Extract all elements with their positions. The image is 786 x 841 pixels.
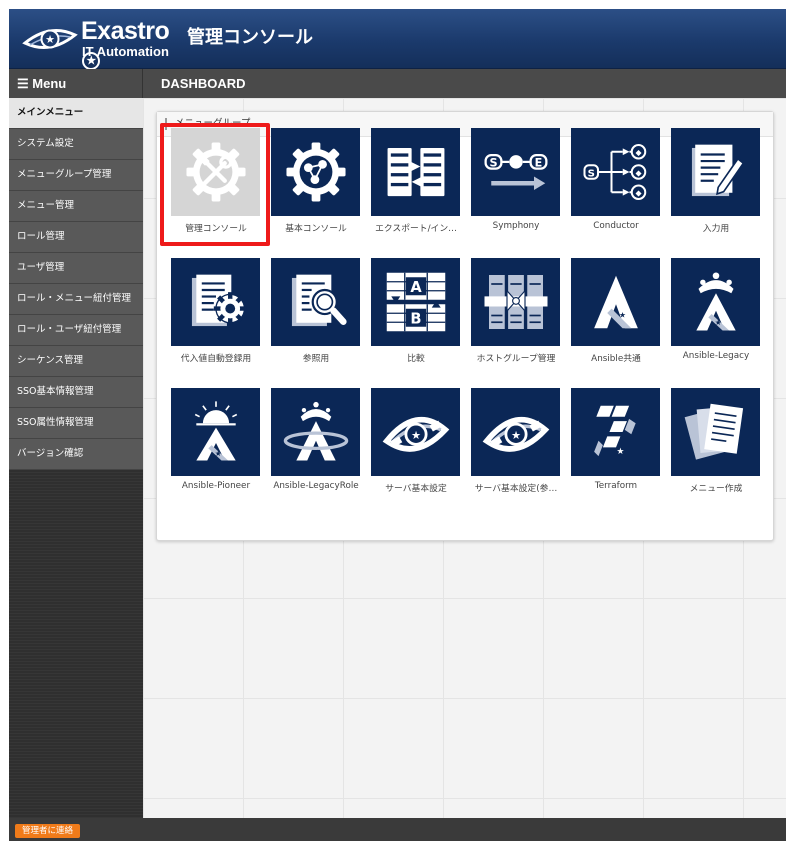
svg-text:S: S xyxy=(489,156,497,169)
tile-input[interactable]: 入力用 xyxy=(666,125,766,249)
tile-label: Symphony xyxy=(492,221,540,231)
ansible-crown-ring-icon: ★ xyxy=(271,388,360,476)
tile-terraform[interactable]: ★ Terraform xyxy=(566,385,666,509)
svg-text:★: ★ xyxy=(510,429,520,442)
svg-text:★: ★ xyxy=(616,447,624,457)
tile-label: ホストグループ管理 xyxy=(476,354,556,364)
tile-label: Terraform xyxy=(594,481,638,491)
sidebar-item-menu-group-management[interactable]: メニューグループ管理 xyxy=(9,160,143,191)
tile-server-basic-settings-ref[interactable]: ★ サーバ基本設定(参… xyxy=(466,385,566,509)
document-pencil-icon xyxy=(671,128,760,216)
tile-label: 入力用 xyxy=(702,224,730,234)
tile-host-group-management[interactable]: ホストグループ管理 xyxy=(466,255,566,379)
contact-admin-button[interactable]: 管理者に連絡 xyxy=(15,824,81,838)
tile-basic-console[interactable]: 基本コンソール xyxy=(266,125,366,249)
tile-value-auto-registration[interactable]: 代入値自動登録用 xyxy=(166,255,266,379)
tile-compare[interactable]: A B 比較 xyxy=(366,255,466,379)
tile-ansible-legacy[interactable]: ★ Ansible-Legacy xyxy=(666,255,766,379)
tile-label: Ansible-LegacyRole xyxy=(273,481,359,491)
tile-label: Ansible-Pioneer xyxy=(181,481,251,491)
dashboard-area: メニューグループ 管理コンソール 基本コンソール エクスポート/イン… S E … xyxy=(143,98,786,818)
svg-text:★: ★ xyxy=(619,310,626,319)
host-group-icon xyxy=(471,258,560,346)
logo-subtitle: IT Automation xyxy=(82,44,169,59)
gear-network-icon xyxy=(271,128,360,216)
tile-reference[interactable]: 参照用 xyxy=(266,255,366,379)
compare-icon: A B xyxy=(371,258,460,346)
tile-ansible-legacy-role[interactable]: ★ Ansible-LegacyRole xyxy=(266,385,366,509)
document-search-icon xyxy=(271,258,360,346)
tile-label: サーバ基本設定(参… xyxy=(474,484,558,494)
terraform-icon: ★ xyxy=(571,388,660,476)
tile-admin-console[interactable]: 管理コンソール xyxy=(166,125,266,249)
eye-logo-icon: ★ xyxy=(22,29,78,49)
sidebar: メインメニュー システム設定 メニューグループ管理 メニュー管理 ロール管理 ユ… xyxy=(9,98,143,818)
exastro-logo[interactable]: ★ Exastro★ IT Automation xyxy=(19,17,171,70)
tile-export-import[interactable]: エクスポート/イン… xyxy=(366,125,466,249)
svg-text:S: S xyxy=(587,169,594,180)
tile-symphony[interactable]: S E Symphony xyxy=(466,125,566,249)
menu-group-panel: メニューグループ 管理コンソール 基本コンソール エクスポート/イン… S E … xyxy=(156,111,774,541)
sidebar-item-version-check[interactable]: バージョン確認 xyxy=(9,439,143,470)
tile-menu-create[interactable]: メニュー作成 xyxy=(666,385,766,509)
svg-text:◆: ◆ xyxy=(635,189,642,198)
tile-label: Conductor xyxy=(593,221,639,231)
symphony-icon: S E xyxy=(471,128,560,216)
sidebar-item-menu-management[interactable]: メニュー管理 xyxy=(9,191,143,222)
footer-bar: 管理者に連絡 xyxy=(9,818,786,841)
tile-ansible-pioneer[interactable]: ★ Ansible-Pioneer xyxy=(166,385,266,509)
menu-create-icon xyxy=(671,388,760,476)
tile-label: 代入値自動登録用 xyxy=(180,354,252,364)
svg-text:◆: ◆ xyxy=(635,148,642,157)
sidebar-item-role-menu-link[interactable]: ロール・メニュー紐付管理 xyxy=(9,284,143,315)
tile-label: メニュー作成 xyxy=(689,484,743,494)
server-eye-icon: ★ xyxy=(371,388,460,476)
ansible-icon: ★ xyxy=(571,258,660,346)
svg-text:★: ★ xyxy=(410,429,420,442)
sidebar-item-user-management[interactable]: ユーザ管理 xyxy=(9,253,143,284)
conductor-icon: S ◆ ◆ ◆ xyxy=(571,128,660,216)
tile-label: Ansible共通 xyxy=(591,354,641,364)
tile-label: 参照用 xyxy=(302,354,330,364)
svg-text:◆: ◆ xyxy=(635,168,642,177)
tile-label: 比較 xyxy=(407,354,425,364)
svg-text:E: E xyxy=(534,156,542,169)
svg-text:★: ★ xyxy=(714,318,721,327)
sidebar-item-sequence-management[interactable]: シーケンス管理 xyxy=(9,346,143,377)
app-title: 管理コンソール xyxy=(187,27,313,48)
app-header: ★ Exastro★ IT Automation 管理コンソール xyxy=(9,9,786,70)
sidebar-item-sso-attribute-info[interactable]: SSO属性情報管理 xyxy=(9,408,143,439)
server-eye-icon: ★ xyxy=(471,388,560,476)
svg-text:A: A xyxy=(410,279,422,296)
tools-gear-icon xyxy=(171,128,260,216)
sidebar-item-role-management[interactable]: ロール管理 xyxy=(9,222,143,253)
tile-ansible-common[interactable]: ★ Ansible共通 xyxy=(566,255,666,379)
document-gear-icon xyxy=(171,258,260,346)
tile-conductor[interactable]: S ◆ ◆ ◆ Conductor xyxy=(566,125,666,249)
sidebar-item-main-menu[interactable]: メインメニュー xyxy=(9,98,143,129)
app-window: ★ Exastro★ IT Automation 管理コンソール ☰ Menu … xyxy=(9,9,786,841)
ansible-sunrise-icon: ★ xyxy=(171,388,260,476)
tile-label: 基本コンソール xyxy=(285,224,347,234)
svg-text:B: B xyxy=(410,310,421,327)
breadcrumb: DASHBOARD xyxy=(143,69,786,98)
sidebar-item-system-settings[interactable]: システム設定 xyxy=(9,129,143,160)
sidebar-item-sso-basic-info[interactable]: SSO基本情報管理 xyxy=(9,377,143,408)
svg-text:★: ★ xyxy=(313,448,320,457)
tile-label: Ansible-Legacy xyxy=(682,351,750,361)
tile-server-basic-settings[interactable]: ★ サーバ基本設定 xyxy=(366,385,466,509)
svg-text:★: ★ xyxy=(214,449,221,458)
export-import-icon xyxy=(371,128,460,216)
tile-label: 管理コンソール xyxy=(185,224,247,234)
menu-toggle[interactable]: ☰ Menu xyxy=(9,69,143,98)
svg-text:★: ★ xyxy=(45,33,55,46)
tile-label: サーバ基本設定 xyxy=(385,484,447,494)
tile-label: エクスポート/イン… xyxy=(375,224,457,234)
sidebar-item-role-user-link[interactable]: ロール・ユーザ紐付管理 xyxy=(9,315,143,346)
ansible-crown-icon: ★ xyxy=(671,258,760,346)
